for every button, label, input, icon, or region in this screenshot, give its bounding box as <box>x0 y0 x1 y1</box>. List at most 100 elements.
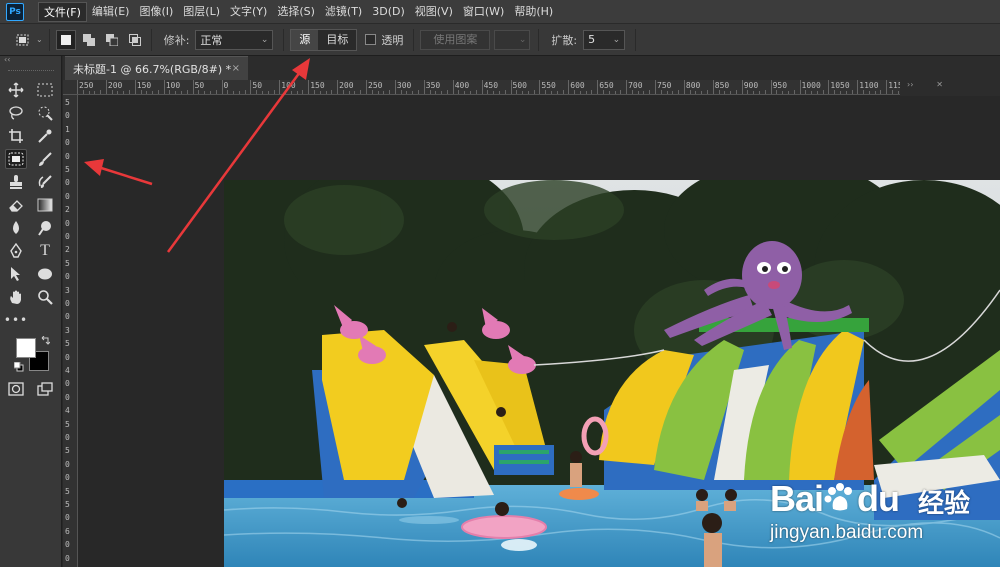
ruler-h-tick <box>886 80 888 94</box>
hand-icon[interactable] <box>5 287 27 307</box>
ruler-v-tick-label: 5 <box>65 339 70 349</box>
ruler-h-tick-label: 100 <box>281 81 296 90</box>
ruler-h-tick <box>134 80 136 94</box>
baidu-logo-bai: Bai <box>770 478 824 519</box>
quick-mask-icon[interactable] <box>5 379 27 399</box>
quick-select-icon[interactable] <box>34 103 56 123</box>
horizontal-ruler[interactable]: 250 200 150 100 50 0 50 100 150 200 250 300 350 400 45… <box>63 80 900 95</box>
ruler-h-minor-tick <box>516 90 518 94</box>
eyedropper-icon[interactable] <box>34 126 56 146</box>
ruler-h-minor-tick <box>267 91 269 94</box>
ruler-h-tick <box>366 80 367 94</box>
transparent-checkbox[interactable] <box>365 34 377 45</box>
ruler-h-minor-tick <box>504 90 506 94</box>
default-colors-icon[interactable] <box>13 361 24 372</box>
baidu-paw-icon <box>824 483 853 511</box>
foreground-color-swatch[interactable] <box>16 338 36 358</box>
menu-window[interactable]: 窗口(W) <box>458 2 509 22</box>
ruler-h-tick <box>568 80 570 94</box>
ruler-h-tick <box>655 80 656 94</box>
ruler-h-tick <box>626 80 628 94</box>
panel-grip[interactable] <box>8 70 54 72</box>
eraser-icon[interactable] <box>5 195 27 215</box>
dodge-icon[interactable] <box>34 218 56 238</box>
destination-button[interactable]: 目标 <box>318 30 356 50</box>
ruler-v-tick-label: 0 <box>65 178 70 188</box>
ruler-h-minor-tick <box>325 91 327 94</box>
subtract-selection-icon[interactable] <box>102 30 122 50</box>
chevron-down-icon: ⌄ <box>612 34 621 45</box>
crop-icon[interactable] <box>5 126 27 146</box>
menu-edit[interactable]: 编辑(E) <box>87 2 135 22</box>
patch-mode-select[interactable]: 正常 ⌄ <box>195 29 274 50</box>
ellipse-icon[interactable] <box>34 264 56 284</box>
ruler-h-minor-tick <box>672 91 674 94</box>
ruler-h-tick-label: 950 <box>772 81 788 90</box>
collapse-panel-icon[interactable]: ‹‹ <box>0 56 61 66</box>
pen-icon[interactable] <box>5 241 27 261</box>
ruler-v-tick-label: 0 <box>65 540 70 550</box>
ruler-h-minor-tick <box>493 91 495 94</box>
patch-icon[interactable] <box>5 149 27 169</box>
zoom-icon[interactable] <box>34 287 56 307</box>
ruler-h-minor-tick <box>140 90 142 94</box>
ruler-h-tick-label: 300 <box>396 81 412 90</box>
ruler-h-minor-tick <box>522 91 524 94</box>
screen-mode-icon[interactable] <box>34 379 56 399</box>
ruler-h-minor-tick <box>464 91 466 94</box>
menu-file[interactable]: 文件(F) <box>38 1 87 22</box>
lasso-icon[interactable] <box>5 103 27 123</box>
ruler-v-tick-label: 0 <box>65 111 70 121</box>
use-pattern-button[interactable]: 使用图案 <box>420 29 491 50</box>
ruler-h-minor-tick <box>602 90 604 94</box>
expand-panels-icon[interactable]: ›› <box>907 80 913 92</box>
pattern-picker[interactable]: ⌄ <box>494 29 531 50</box>
gradient-icon[interactable] <box>34 195 56 215</box>
close-icon[interactable]: × <box>232 63 240 74</box>
more-tools-icon[interactable]: ••• <box>4 310 27 330</box>
menu-filter[interactable]: 滤镜(T) <box>320 2 367 22</box>
ruler-h-minor-tick <box>845 91 847 94</box>
stamp-icon[interactable] <box>5 172 27 192</box>
source-button[interactable]: 源 <box>291 29 319 50</box>
ruler-v-tick-label: 0 <box>65 553 70 563</box>
ruler-h-tick <box>741 80 743 94</box>
history-brush-icon[interactable] <box>34 172 56 192</box>
document-tab[interactable]: 未标题-1 @ 66.7%(RGB/8#) * × <box>65 56 248 80</box>
path-select-icon[interactable] <box>5 264 27 284</box>
intersect-selection-icon[interactable] <box>125 30 145 50</box>
brush-icon[interactable] <box>34 149 56 169</box>
ruler-v-tick-label: 0 <box>65 191 70 201</box>
ruler-h-minor-tick <box>389 90 391 94</box>
type-icon[interactable]: T <box>34 241 56 261</box>
menu-view[interactable]: 视图(V) <box>410 2 458 22</box>
ruler-h-minor-tick <box>204 91 206 94</box>
marquee-icon[interactable] <box>34 80 56 100</box>
menu-type[interactable]: 文字(Y) <box>225 2 272 22</box>
ruler-h-minor-tick <box>412 91 414 94</box>
tool-preset-chevron-icon[interactable]: ⌄ <box>36 35 43 44</box>
panel-close-icon[interactable]: ✕ <box>936 80 943 92</box>
vertical-ruler[interactable]: 5 0 1 0 0 5 0 0 2 0 0 2 5 0 3 0 0 3 5 0 4 0 0 4 5 0 5 0 0 5 5 0 6 0 0 <box>63 95 78 567</box>
menu-layer[interactable]: 图层(L) <box>178 2 225 22</box>
ruler-h-minor-tick <box>244 90 246 94</box>
add-selection-icon[interactable] <box>79 30 99 50</box>
menu-help[interactable]: 帮助(H) <box>509 2 558 22</box>
tool-preset-patch-icon[interactable] <box>14 30 34 50</box>
ruler-h-tick-label: 100 <box>165 81 181 90</box>
move-icon[interactable] <box>5 80 27 100</box>
swap-colors-icon[interactable] <box>40 335 51 346</box>
blur-icon[interactable] <box>5 218 27 238</box>
ruler-v-tick-label: 0 <box>65 352 70 362</box>
new-selection-icon[interactable] <box>55 29 76 50</box>
ruler-h-tick <box>597 80 599 94</box>
ruler-h-minor-tick <box>851 90 853 94</box>
menu-select[interactable]: 选择(S) <box>272 2 320 22</box>
ruler-h-minor-tick <box>834 90 836 94</box>
ruler-h-tick <box>712 80 714 94</box>
ruler-h-minor-tick <box>556 91 558 94</box>
ruler-h-minor-tick <box>747 90 749 94</box>
menu-image[interactable]: 图像(I) <box>134 2 178 22</box>
menu-3d[interactable]: 3D(D) <box>367 2 410 22</box>
spread-select[interactable]: 5 ⌄ <box>583 29 626 50</box>
